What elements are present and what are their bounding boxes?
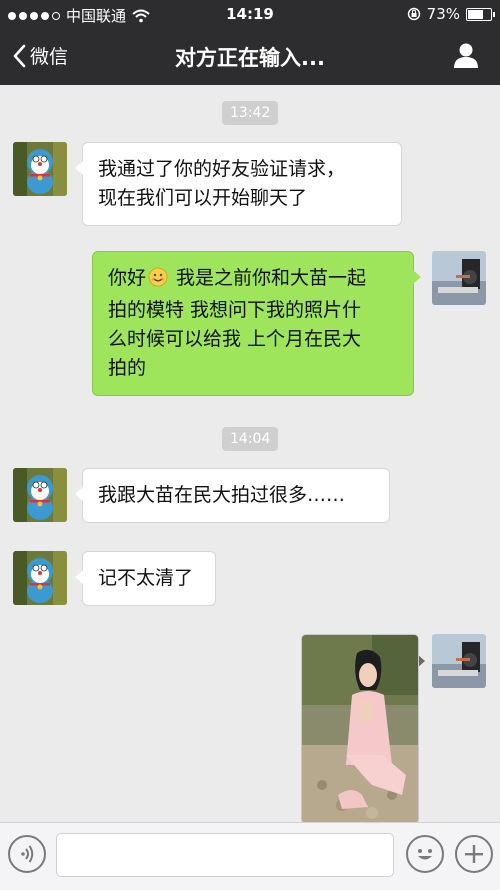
cartoon-avatar-image — [13, 551, 67, 605]
plus-icon — [465, 845, 483, 863]
more-options-button[interactable] — [455, 835, 493, 873]
timestamp: 13:42 — [222, 101, 279, 125]
message-text: 我是之前你和大苗一起 — [170, 267, 367, 289]
message-line: 么时候可以给我 上个月在民大 — [108, 328, 362, 350]
emoji-button[interactable] — [406, 835, 444, 873]
message-bubble-received[interactable]: 记不太清了 — [75, 551, 216, 606]
page-title: 对方正在输入... — [175, 46, 325, 70]
contact-profile-button[interactable] — [452, 41, 480, 73]
message-bubble-sent[interactable]: 你好 我是之前你和大苗一起 拍的模特 我想问下我的照片什 么时候可以给我 上个月… — [92, 251, 421, 396]
message-text: 你好 — [108, 267, 147, 289]
contact-avatar[interactable] — [13, 551, 67, 605]
self-avatar-image — [432, 634, 486, 688]
voice-button[interactable] — [8, 835, 46, 873]
cartoon-avatar-image — [13, 468, 67, 522]
battery-icon — [466, 7, 495, 21]
image-message[interactable] — [301, 634, 419, 822]
voice-icon — [21, 845, 34, 863]
message-line: 拍的 — [108, 357, 147, 379]
user-icon — [454, 43, 478, 68]
battery-percent: 73% — [426, 5, 460, 23]
contact-avatar[interactable] — [13, 468, 67, 522]
orientation-lock-icon — [407, 7, 420, 21]
message-bubble-received[interactable]: 我跟大苗在民大拍过很多…… — [75, 468, 390, 523]
input-bar — [0, 822, 500, 890]
self-avatar-image — [432, 251, 486, 305]
message-line: 记不太清了 — [98, 567, 194, 589]
self-avatar[interactable] — [432, 251, 486, 305]
status-right: 73% — [407, 5, 495, 23]
status-bar: 中国联通 14:19 73% — [0, 0, 500, 28]
emoji-icon — [418, 849, 432, 860]
contact-avatar[interactable] — [13, 142, 67, 196]
message-line: 我跟大苗在民大拍过很多…… — [98, 484, 346, 506]
message-line: 拍的模特 我想问下我的照片什 — [108, 299, 362, 321]
cartoon-avatar-image — [13, 142, 67, 196]
nav-bar: 微信 对方正在输入... — [0, 28, 500, 85]
chat-area[interactable]: 13:42 我通过了你的好友验证请求， 现在我们可以开始聊天了 你好 我是之前你… — [0, 85, 500, 822]
message-line: 现在我们可以开始聊天了 — [98, 187, 308, 209]
self-avatar[interactable] — [432, 634, 486, 688]
message-bubble-received[interactable]: 我通过了你的好友验证请求， 现在我们可以开始聊天了 — [75, 142, 402, 226]
smile-emoji-icon — [148, 267, 168, 296]
message-line: 我通过了你的好友验证请求， — [98, 158, 346, 180]
timestamp: 14:04 — [222, 427, 279, 451]
photo-image — [302, 635, 418, 822]
message-input[interactable] — [56, 833, 394, 877]
